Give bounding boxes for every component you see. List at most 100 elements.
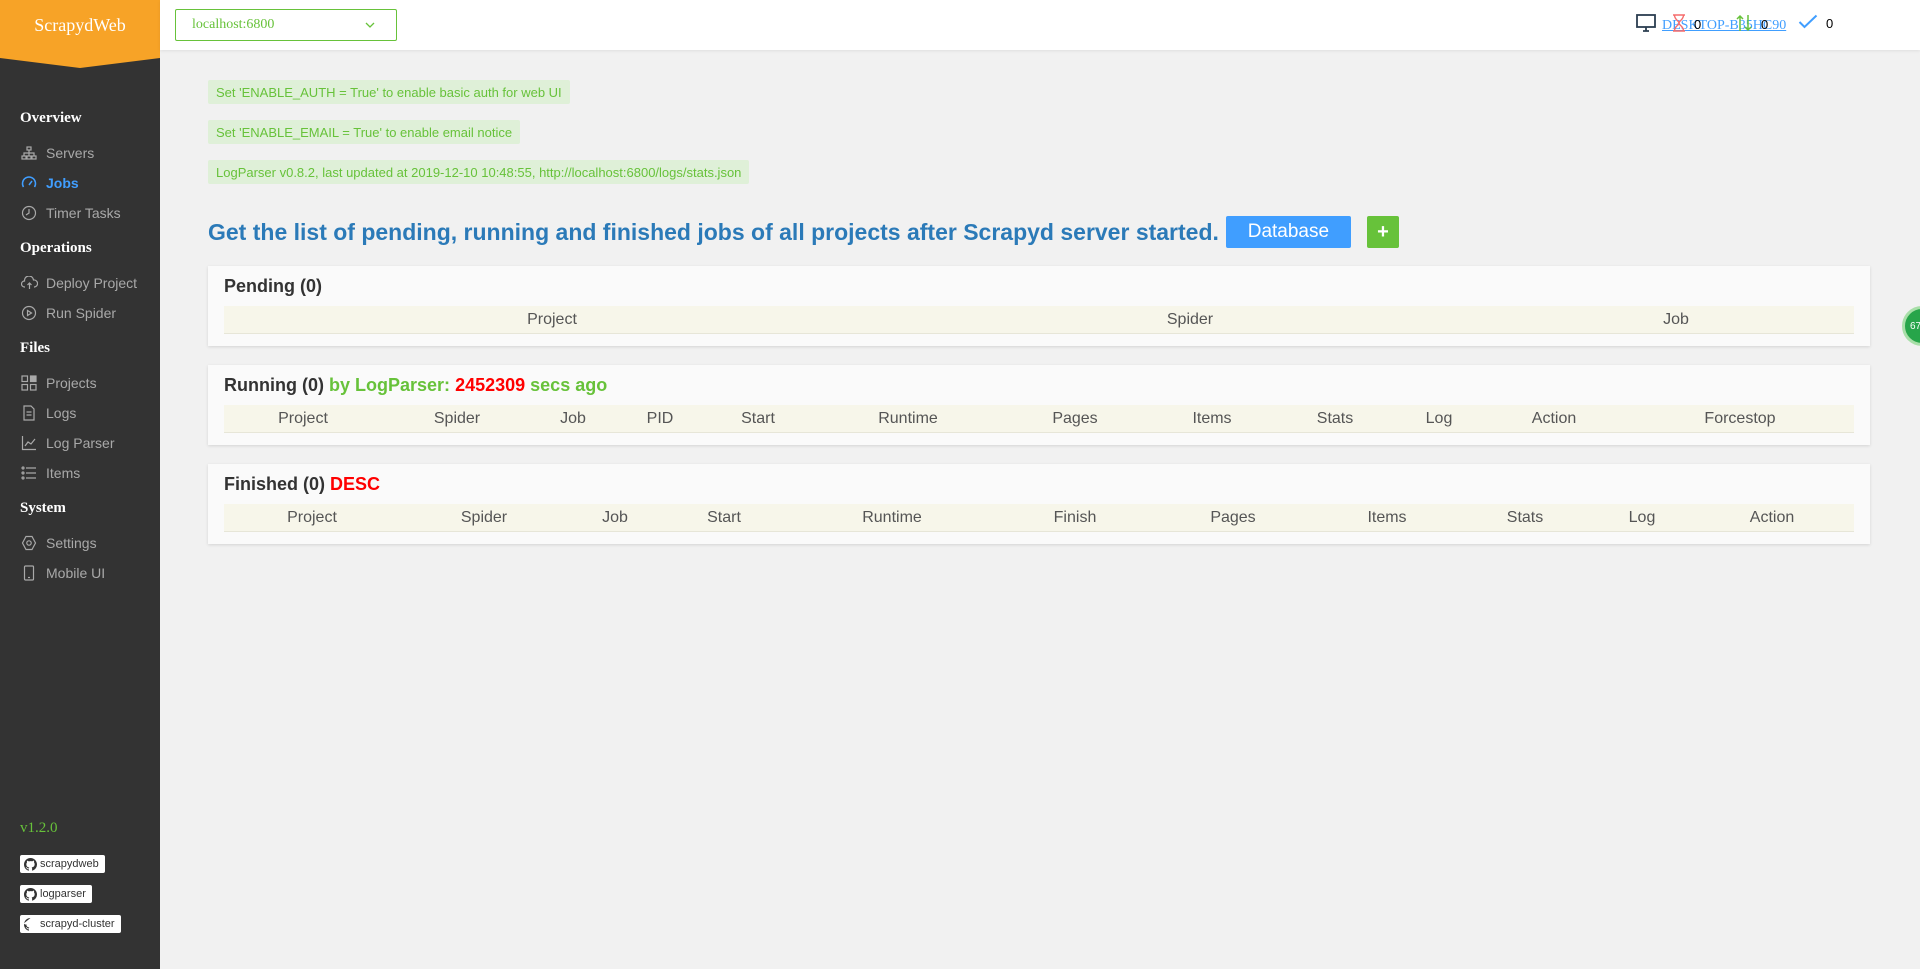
sidebar-item-jobs[interactable]: Jobs — [0, 168, 160, 198]
grid-icon — [20, 374, 38, 392]
sidebar-item-deploy-project[interactable]: Deploy Project — [0, 268, 160, 298]
finished-title: Finished (0) — [224, 474, 326, 494]
column-header[interactable]: Start — [707, 504, 741, 532]
notice-auth: Set 'ENABLE_AUTH = True' to enable basic… — [208, 80, 570, 104]
pending-jobs-card: Pending (0) Project Spider Job — [208, 266, 1870, 346]
column-header[interactable]: Finish — [1054, 504, 1097, 532]
column-header[interactable]: Job — [1663, 306, 1689, 334]
column-header[interactable]: PID — [647, 405, 674, 433]
finished-order-toggle[interactable]: DESC — [330, 474, 380, 494]
column-header[interactable]: Stats — [1507, 504, 1543, 532]
hourglass-icon — [1672, 14, 1686, 35]
pending-table-header: Project Spider Job — [224, 306, 1854, 334]
column-header[interactable]: Items — [1192, 405, 1231, 433]
finished-jobs-stat[interactable]: 0 — [1798, 14, 1833, 33]
column-header[interactable]: Pages — [1052, 405, 1097, 433]
column-header[interactable]: Spider — [1167, 306, 1213, 334]
pending-title: Pending (0) — [224, 276, 322, 296]
logparser-label: by LogParser: — [329, 375, 451, 395]
upload-cloud-icon — [20, 274, 38, 292]
sidebar-menu: Overview Servers Jobs Timer Tasks Operat… — [0, 58, 160, 588]
column-header[interactable]: Job — [560, 405, 586, 433]
column-header[interactable]: Project — [287, 504, 337, 532]
github-link-scrapyd-cluster[interactable]: scrapyd-cluster — [20, 915, 121, 933]
menu-group-system: System Settings Mobile UI — [0, 500, 160, 588]
column-header[interactable]: Forcestop — [1704, 405, 1775, 433]
sidebar-item-logs[interactable]: Logs — [0, 398, 160, 428]
running-jobs-stat[interactable]: 0 — [1735, 14, 1768, 35]
sidebar-item-run-spider[interactable]: Run Spider — [0, 298, 160, 328]
github-link-label: scrapyd-cluster — [40, 918, 115, 930]
notice-logparser: LogParser v0.8.2, last updated at 2019-1… — [208, 160, 750, 184]
column-header[interactable]: Spider — [434, 405, 480, 433]
menu-heading-files: Files — [20, 340, 50, 356]
node-select-value: localhost:6800 — [192, 17, 275, 32]
floating-progress-badge[interactable]: 67 — [1902, 306, 1920, 346]
column-header[interactable]: Job — [602, 504, 628, 532]
top-header: localhost:6800 DESKTOP-B35HC90 0 0 0 — [160, 0, 1920, 50]
running-count: 0 — [1761, 17, 1769, 32]
sidebar-item-label: Mobile UI — [46, 565, 106, 581]
column-header[interactable]: Action — [1750, 504, 1794, 532]
sidebar-item-label: Log Parser — [46, 435, 115, 451]
column-header[interactable]: Log — [1426, 405, 1453, 433]
column-header[interactable]: Stats — [1317, 405, 1353, 433]
sidebar-item-label: Items — [46, 465, 81, 481]
sidebar-item-mobile-ui[interactable]: Mobile UI — [0, 558, 160, 588]
column-header[interactable]: Pages — [1210, 504, 1255, 532]
github-link-logparser[interactable]: logparser — [20, 885, 92, 903]
column-header[interactable]: Log — [1629, 504, 1656, 532]
add-button[interactable]: + — [1366, 216, 1399, 248]
running-title: Running (0) — [224, 375, 324, 395]
node-select[interactable]: localhost:6800 — [175, 9, 397, 41]
column-header[interactable]: Project — [527, 306, 577, 334]
page-title-row: Get the list of pending, running and fin… — [208, 216, 1399, 248]
github-icon — [24, 887, 38, 901]
finished-jobs-card: Finished (0) DESC Project Spider Job Sta… — [208, 464, 1870, 544]
document-icon — [20, 404, 38, 422]
sidebar-item-timer-tasks[interactable]: Timer Tasks — [0, 198, 160, 228]
github-link-label: logparser — [40, 888, 86, 900]
sidebar-item-label: Jobs — [46, 175, 79, 191]
gear-icon — [20, 534, 38, 552]
menu-heading-overview: Overview — [20, 110, 82, 126]
version-label: v1.2.0 — [20, 820, 58, 836]
sort-arrows-icon — [1735, 14, 1753, 35]
menu-group-operations: Operations Deploy Project Run Spider — [0, 240, 160, 328]
menu-heading-operations: Operations — [20, 240, 92, 256]
column-header[interactable]: Action — [1532, 405, 1576, 433]
sidebar-item-servers[interactable]: Servers — [0, 138, 160, 168]
column-header[interactable]: Items — [1367, 504, 1406, 532]
github-link-label: scrapydweb — [40, 858, 99, 870]
sidebar-item-projects[interactable]: Projects — [0, 368, 160, 398]
column-header[interactable]: Project — [278, 405, 328, 433]
logparser-secs: 2452309 — [455, 375, 526, 395]
running-table-header: Project Spider Job PID Start Runtime Pag… — [224, 405, 1854, 433]
sidebar-item-settings[interactable]: Settings — [0, 528, 160, 558]
column-header[interactable]: Spider — [461, 504, 507, 532]
notice-email: Set 'ENABLE_EMAIL = True' to enable emai… — [208, 120, 521, 144]
chevron-down-icon — [364, 19, 376, 36]
menu-heading-system: System — [20, 500, 66, 516]
sidebar-item-log-parser[interactable]: Log Parser — [0, 428, 160, 458]
column-header[interactable]: Start — [741, 405, 775, 433]
github-link-scrapydweb[interactable]: scrapydweb — [20, 855, 105, 873]
list-icon — [20, 464, 38, 482]
database-button[interactable]: Database — [1225, 216, 1351, 248]
monitor-icon — [1636, 14, 1656, 37]
column-header[interactable]: Runtime — [878, 405, 938, 433]
timer-icon — [20, 204, 38, 222]
column-header[interactable]: Runtime — [862, 504, 922, 532]
page-title: Get the list of pending, running and fin… — [208, 218, 1219, 245]
app-logo[interactable]: ScrapydWeb — [0, 0, 160, 68]
check-icon — [1798, 14, 1818, 33]
sidebar-item-items[interactable]: Items — [0, 458, 160, 488]
menu-group-files: Files Projects Logs Log Parser Items — [0, 340, 160, 488]
menu-group-overview: Overview Servers Jobs Timer Tasks — [0, 110, 160, 228]
pending-jobs-stat[interactable]: 0 — [1672, 14, 1701, 35]
github-icon — [22, 917, 37, 931]
running-jobs-card: Running (0) by LogParser: 2452309 secs a… — [208, 365, 1870, 445]
sidebar-item-label: Run Spider — [46, 305, 117, 321]
sidebar-item-label: Projects — [46, 375, 97, 391]
chart-icon — [20, 434, 38, 452]
